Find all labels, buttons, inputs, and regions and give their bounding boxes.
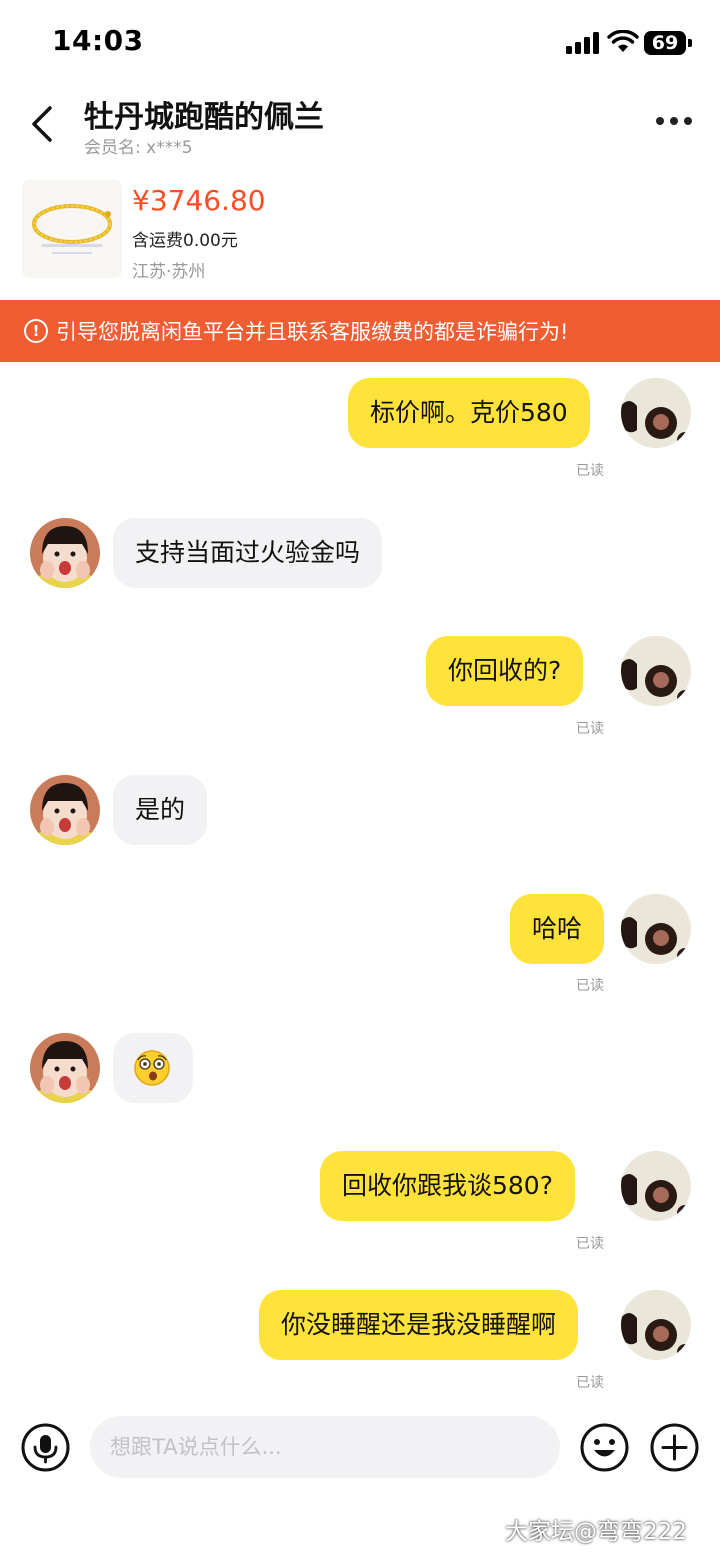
product-thumbnail[interactable] [22, 180, 122, 278]
read-status: 已读 [576, 1375, 604, 1391]
member-name: x***5 [146, 138, 193, 158]
warning-text: 引导您脱离闲鱼平台并且联系客服缴费的都是诈骗行为! [56, 320, 569, 344]
my-avatar[interactable] [621, 636, 691, 706]
back-arrow-icon[interactable] [22, 100, 66, 148]
battery-level: 69 [651, 32, 679, 54]
read-status: 已读 [576, 721, 604, 737]
battery-icon: 69 [644, 31, 692, 55]
more-options-icon[interactable] [650, 108, 698, 134]
member-label: 会员名: [84, 138, 141, 158]
cellular-signal-icon [566, 32, 599, 54]
read-status: 已读 [576, 463, 604, 479]
product-price: ¥3746.80 [132, 184, 266, 217]
my-avatar[interactable] [621, 378, 691, 448]
message-bubble-sent[interactable]: 回收你跟我谈580? [320, 1151, 575, 1221]
plus-icon[interactable] [650, 1423, 699, 1472]
member-name-line: 会员名: x***5 [84, 133, 193, 158]
chat-title: 牡丹城跑酷的佩兰 [84, 100, 324, 135]
warning-icon: ! [24, 319, 48, 343]
product-location: 江苏·苏州 [132, 262, 206, 282]
watermark: 大家坛@弯弯222 [505, 1519, 687, 1545]
message-input[interactable] [90, 1416, 560, 1478]
message-bubble-sent[interactable]: 你回收的? [426, 636, 584, 706]
contact-avatar[interactable] [30, 775, 100, 845]
contact-avatar[interactable] [30, 518, 100, 588]
status-time: 14:03 [52, 24, 144, 57]
gold-bracelet-image [22, 180, 122, 278]
product-shipping: 含运费0.00元 [132, 231, 238, 251]
message-bubble-sent[interactable]: 哈哈 [510, 894, 605, 964]
microphone-icon[interactable] [21, 1423, 70, 1472]
my-avatar[interactable] [621, 1290, 691, 1360]
message-bubble-received[interactable]: 是的 [113, 775, 208, 845]
my-avatar[interactable] [621, 1151, 691, 1221]
wifi-icon [607, 30, 639, 52]
read-status: 已读 [576, 1236, 604, 1252]
contact-avatar[interactable] [30, 1033, 100, 1103]
emoji-icon[interactable] [580, 1423, 629, 1472]
fraud-warning-banner: ! 引导您脱离闲鱼平台并且联系客服缴费的都是诈骗行为! [0, 300, 720, 362]
shocked-face-emoji-icon [134, 1050, 170, 1086]
message-bubble-received[interactable] [113, 1033, 193, 1103]
message-bubble-received[interactable]: 支持当面过火验金吗 [113, 518, 383, 588]
read-status: 已读 [576, 978, 604, 994]
message-bubble-sent[interactable]: 标价啊。克价580 [348, 378, 590, 448]
my-avatar[interactable] [621, 894, 691, 964]
status-bar: 14:03 69 [0, 0, 720, 86]
message-bubble-sent[interactable]: 你没睡醒还是我没睡醒啊 [259, 1290, 579, 1360]
